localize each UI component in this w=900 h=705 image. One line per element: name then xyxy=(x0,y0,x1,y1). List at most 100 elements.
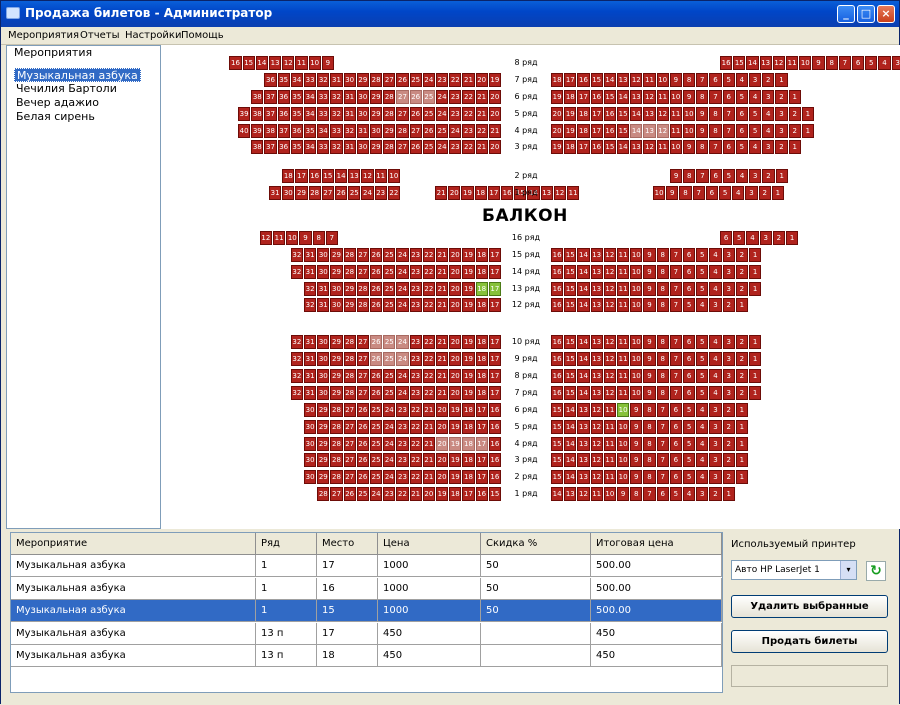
menu-settings[interactable]: Настройки xyxy=(125,30,181,41)
seat[interactable]: 8 xyxy=(656,282,669,296)
seat[interactable]: 23 xyxy=(396,420,409,434)
seat[interactable]: 32 xyxy=(290,248,303,262)
seat[interactable]: 18 xyxy=(475,369,488,383)
seat[interactable]: 15 xyxy=(551,453,564,467)
seat[interactable]: 30 xyxy=(282,186,295,200)
seat[interactable]: 10 xyxy=(630,335,643,349)
column-header-row[interactable]: Ряд xyxy=(256,533,317,555)
seat[interactable]: 17 xyxy=(590,107,603,121)
seat[interactable]: 4 xyxy=(746,231,759,245)
seat[interactable]: 2 xyxy=(722,437,735,451)
seat[interactable]: 29 xyxy=(370,107,383,121)
seat[interactable]: 18 xyxy=(475,265,488,279)
seat[interactable]: 13 xyxy=(590,298,603,312)
seat[interactable]: 29 xyxy=(330,265,343,279)
seat[interactable]: 9 xyxy=(643,298,656,312)
seat[interactable]: 8 xyxy=(825,56,838,70)
seat[interactable]: 9 xyxy=(630,470,643,484)
seat[interactable]: 12 xyxy=(590,453,603,467)
seat[interactable]: 18 xyxy=(474,186,487,200)
seat[interactable]: 16 xyxy=(720,56,733,70)
seat[interactable]: 4 xyxy=(762,124,775,138)
seat[interactable]: 28 xyxy=(343,369,356,383)
seat[interactable]: 22 xyxy=(409,470,422,484)
seat[interactable]: 6 xyxy=(683,386,696,400)
seat[interactable]: 28 xyxy=(396,124,409,138)
seat[interactable]: 9 xyxy=(643,335,656,349)
seat[interactable]: 20 xyxy=(436,453,449,467)
seat[interactable]: 8 xyxy=(696,90,709,104)
seat[interactable]: 23 xyxy=(409,386,422,400)
seat[interactable]: 28 xyxy=(330,437,343,451)
seat[interactable]: 1 xyxy=(735,403,748,417)
refresh-icon[interactable]: ↻ xyxy=(866,561,886,581)
seat[interactable]: 5 xyxy=(683,453,696,467)
seat[interactable]: 7 xyxy=(669,369,682,383)
seat[interactable]: 15 xyxy=(603,140,616,154)
seat[interactable]: 20 xyxy=(449,386,462,400)
seat[interactable]: 29 xyxy=(330,335,343,349)
seat[interactable]: 5 xyxy=(683,420,696,434)
seat[interactable]: 26 xyxy=(356,470,369,484)
seat[interactable]: 21 xyxy=(436,248,449,262)
seat[interactable]: 17 xyxy=(475,453,488,467)
seat[interactable]: 9 xyxy=(617,487,630,501)
seat[interactable]: 18 xyxy=(462,403,475,417)
seat[interactable]: 24 xyxy=(436,90,449,104)
seat[interactable]: 8 xyxy=(312,231,325,245)
seat[interactable]: 4 xyxy=(696,453,709,467)
title-bar[interactable]: Продажа билетов - Администратор _ □ × xyxy=(1,1,899,27)
seat[interactable]: 8 xyxy=(709,124,722,138)
seat[interactable]: 21 xyxy=(422,453,435,467)
seat[interactable]: 17 xyxy=(488,352,501,366)
seat[interactable]: 27 xyxy=(321,186,334,200)
seat[interactable]: 9 xyxy=(630,403,643,417)
seat[interactable]: 6 xyxy=(669,470,682,484)
seat[interactable]: 8 xyxy=(656,248,669,262)
seat[interactable]: 16 xyxy=(551,335,564,349)
seat[interactable]: 25 xyxy=(383,386,396,400)
seat[interactable]: 33 xyxy=(317,90,330,104)
seat[interactable]: 7 xyxy=(696,169,709,183)
seat[interactable]: 14 xyxy=(577,369,590,383)
seat[interactable]: 36 xyxy=(264,73,277,87)
seat[interactable]: 4 xyxy=(696,403,709,417)
seat[interactable]: 39 xyxy=(251,124,264,138)
seat[interactable]: 5 xyxy=(722,169,735,183)
seat[interactable]: 8 xyxy=(679,186,692,200)
seat[interactable]: 32 xyxy=(330,107,343,121)
seat[interactable]: 21 xyxy=(435,186,448,200)
seat[interactable]: 5 xyxy=(683,298,696,312)
seat[interactable]: 15 xyxy=(321,169,334,183)
seat[interactable]: 12 xyxy=(656,124,669,138)
seat[interactable]: 22 xyxy=(422,335,435,349)
seat[interactable]: 28 xyxy=(343,335,356,349)
seat[interactable]: 7 xyxy=(709,90,722,104)
seat[interactable]: 26 xyxy=(370,282,383,296)
seat[interactable]: 2 xyxy=(758,186,771,200)
seat[interactable]: 8 xyxy=(696,140,709,154)
seat[interactable]: 25 xyxy=(370,470,383,484)
seat[interactable]: 22 xyxy=(462,90,475,104)
seat[interactable]: 19 xyxy=(449,437,462,451)
seat[interactable]: 5 xyxy=(696,352,709,366)
seat[interactable]: 13 xyxy=(577,470,590,484)
seat[interactable]: 36 xyxy=(290,124,303,138)
seat[interactable]: 16 xyxy=(551,352,564,366)
seat[interactable]: 28 xyxy=(383,140,396,154)
seat[interactable]: 30 xyxy=(356,90,369,104)
seat[interactable]: 38 xyxy=(251,90,264,104)
seat[interactable]: 20 xyxy=(449,298,462,312)
seat[interactable]: 11 xyxy=(590,487,603,501)
seat[interactable]: 11 xyxy=(617,369,630,383)
seat[interactable]: 21 xyxy=(409,487,422,501)
seat[interactable]: 23 xyxy=(409,248,422,262)
seat[interactable]: 15 xyxy=(603,90,616,104)
seat[interactable]: 5 xyxy=(749,107,762,121)
seat[interactable]: 26 xyxy=(335,186,348,200)
seat[interactable]: 17 xyxy=(487,186,500,200)
seat[interactable]: 8 xyxy=(683,73,696,87)
seat[interactable]: 13 xyxy=(590,282,603,296)
seat[interactable]: 27 xyxy=(343,470,356,484)
seat[interactable]: 3 xyxy=(749,73,762,87)
